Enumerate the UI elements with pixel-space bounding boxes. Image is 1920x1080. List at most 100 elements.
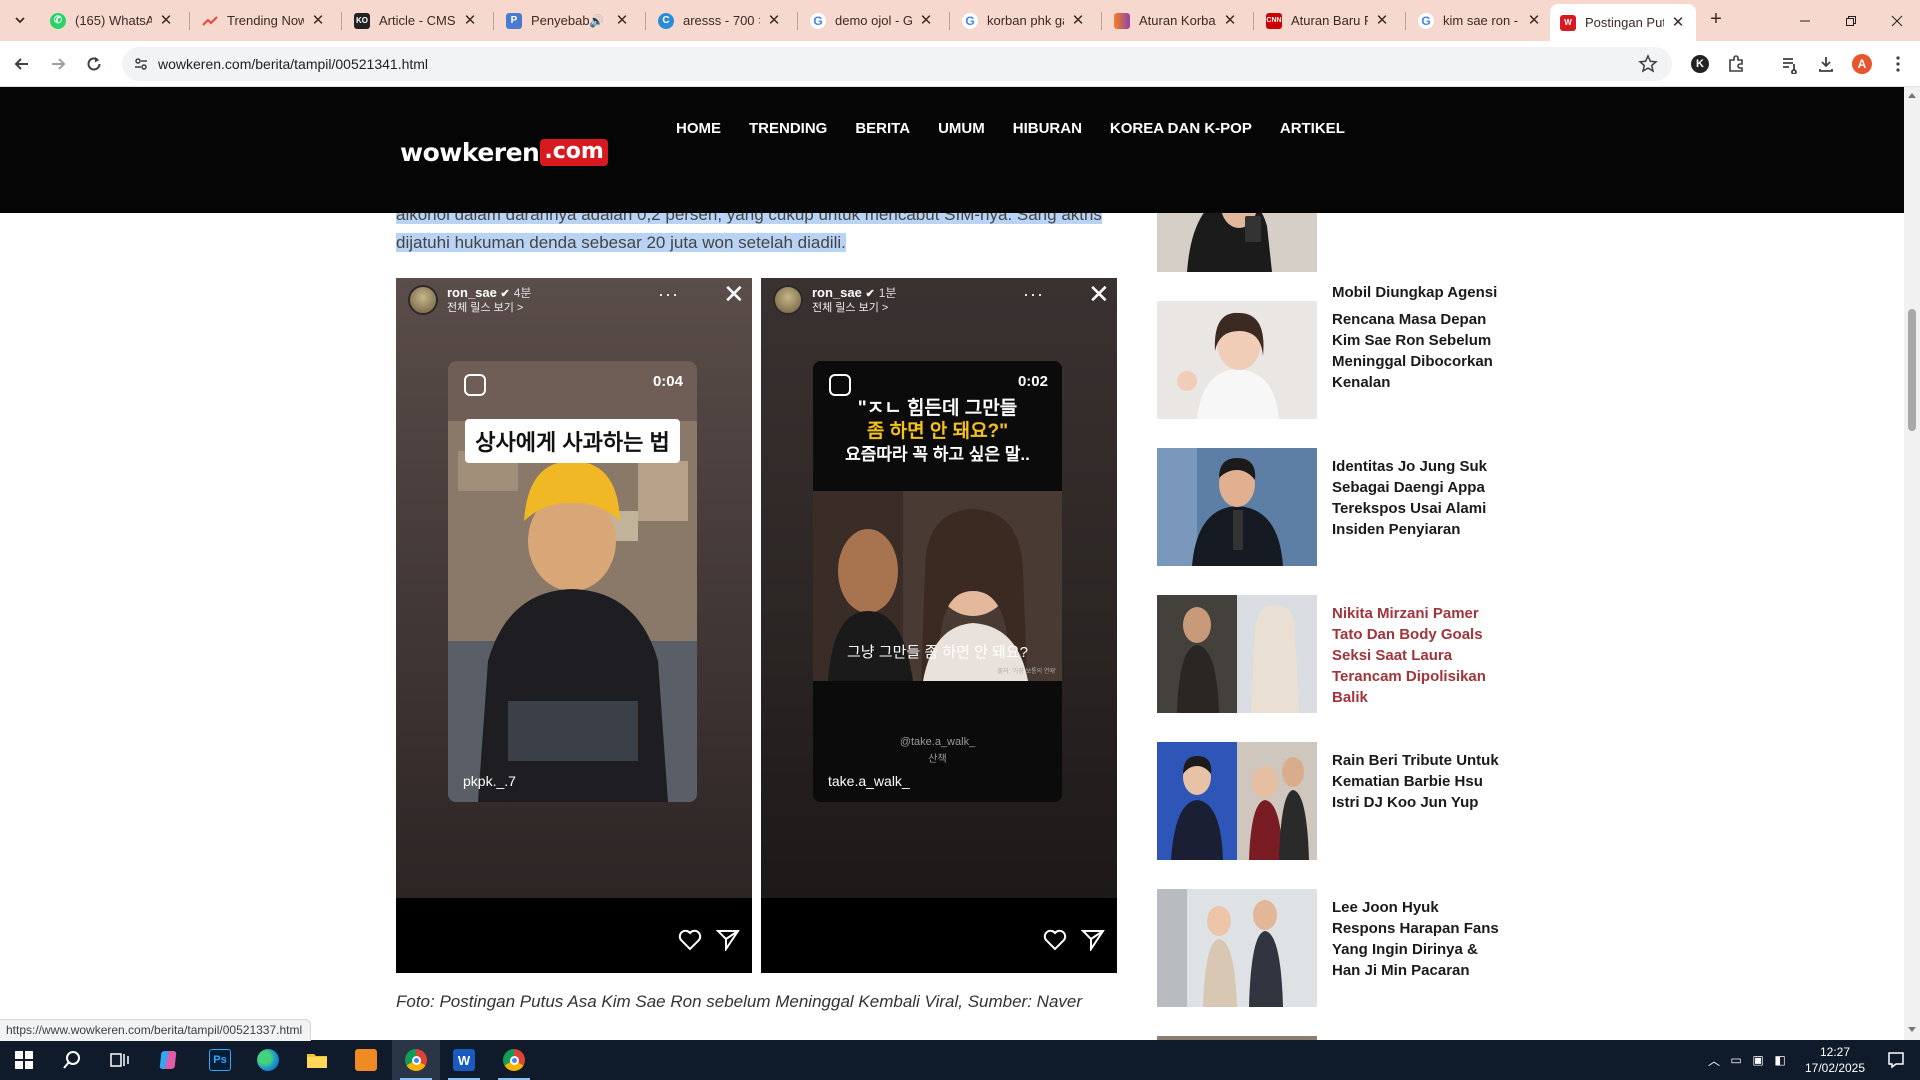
browser-tab[interactable]: CNN Aturan Baru Pr ✕ [1256,6,1400,35]
sidebar-article[interactable]: Lee Joon Hyuk Respons Harapan Fans Yang … [1157,889,1500,1007]
close-tab-icon[interactable]: ✕ [918,12,934,29]
close-tab-icon[interactable]: ✕ [1526,12,1542,29]
photoshop-button[interactable]: Ps [196,1040,244,1080]
nav-berita[interactable]: BERITA [855,120,910,137]
extension-k-button[interactable]: K [1688,52,1712,76]
sidebar-article-title[interactable]: Rencana Masa Depan Kim Sae Ron Sebelum M… [1332,309,1500,393]
sidebar-article-title[interactable]: Lee Joon Hyuk Respons Harapan Fans Yang … [1332,897,1500,981]
reel-handle: pkpk._.7 [463,773,516,789]
browser-menu-button[interactable] [1886,52,1910,76]
tray-display-icon[interactable]: ▣ [1747,1053,1769,1067]
browser-tab-active[interactable]: W Postingan Putu ✕ [1550,4,1696,41]
sidebar-article[interactable]: Identitas Jo Jung Suk Sebagai Daengi App… [1157,448,1497,566]
extensions-button[interactable] [1724,52,1748,76]
close-window-button[interactable] [1874,0,1920,41]
edge-button[interactable] [244,1040,292,1080]
taskbar-search-button[interactable] [48,1040,96,1080]
sidebar-article-title[interactable]: Mobil Diungkap Agensi [1332,282,1500,303]
site-logo[interactable]: wowkeren .com [400,135,608,169]
send-icon [716,930,740,951]
close-tab-icon[interactable]: ✕ [310,12,326,29]
task-view-button[interactable] [96,1040,144,1080]
close-tab-icon[interactable]: ✕ [1374,12,1390,29]
article-thumbnail[interactable] [1157,742,1317,860]
scroll-down-icon[interactable] [1908,1027,1916,1032]
sidebar-article[interactable]: Nikita Mirzani Pamer Tato Dan Body Goals… [1157,595,1497,713]
speaker-icon[interactable]: 🔊 [589,14,604,28]
copilot-button[interactable] [144,1040,192,1080]
browser-tab[interactable]: KO Article - CMS E ✕ [344,6,488,35]
notifications-button[interactable] [1872,1040,1920,1080]
app-icon [355,1049,377,1071]
close-tab-icon[interactable]: ✕ [1070,12,1086,29]
sidebar-article[interactable]: Rain Beri Tribute Untuk Kematian Barbie … [1157,742,1500,860]
reel-handle: take.a_walk_ [828,773,910,789]
article-thumbnail[interactable] [1157,448,1317,566]
story-time-ago: 1분 [878,286,897,300]
new-tab-button[interactable]: + [1704,8,1728,32]
tray-chevron-up-icon[interactable]: ︿ [1703,1052,1725,1069]
nav-hiburan[interactable]: HIBURAN [1013,120,1082,137]
file-explorer-button[interactable] [293,1040,341,1080]
browser-tab[interactable]: G kim sae ron - G ✕ [1408,6,1552,35]
browser-tab[interactable]: P Penyebab 🔊 ✕ [496,6,640,35]
article-thumbnail[interactable] [1157,595,1317,713]
reel-caption: 요즘따라 꼭 하고 싶은 말.. [845,445,1030,464]
sidebar-article[interactable]: Rencana Masa Depan Kim Sae Ron Sebelum M… [1157,301,1497,419]
app-button[interactable] [342,1040,390,1080]
back-button[interactable] [8,50,36,78]
close-icon: ✕ [1088,279,1110,309]
site-info-icon[interactable] [132,55,150,73]
close-icon [1891,15,1903,26]
google-icon: G [810,12,826,29]
url-text: wowkeren.com/berita/tampil/00521341.html [158,56,429,72]
nav-umum[interactable]: UMUM [938,120,985,137]
browser-tab[interactable]: Aturan Korban ✕ [1104,6,1248,35]
task-view-icon [110,1053,129,1067]
restore-button[interactable] [1828,0,1874,41]
start-button[interactable] [0,1040,48,1080]
chrome-button[interactable] [392,1040,440,1080]
sidebar-article-title[interactable]: Rain Beri Tribute Untuk Kematian Barbie … [1332,750,1500,813]
close-tab-icon[interactable]: ✕ [158,12,174,29]
forward-button[interactable] [44,50,72,78]
close-tab-icon[interactable]: ✕ [462,12,478,29]
scroll-up-icon[interactable] [1908,93,1916,98]
reload-button[interactable] [80,50,108,78]
downloads-button[interactable] [1814,52,1838,76]
sidebar-article-title[interactable]: Identitas Jo Jung Suk Sebagai Daengi App… [1332,456,1500,540]
word-button[interactable]: W [440,1040,488,1080]
nav-trending[interactable]: TRENDING [749,120,827,137]
tab-search-button[interactable] [8,8,32,32]
minimize-button[interactable] [1782,0,1828,41]
google-icon: G [962,12,978,29]
article-thumbnail[interactable] [1157,889,1317,1007]
close-tab-icon[interactable]: ✕ [614,12,630,29]
bookmark-star-icon[interactable] [1638,54,1658,79]
nav-home[interactable]: HOME [676,120,721,137]
browser-tab[interactable]: G demo ojol - Go ✕ [800,6,944,35]
page-scrollbar[interactable] [1904,87,1920,1040]
close-tab-icon[interactable]: ✕ [766,12,782,29]
sidebar-article-title[interactable]: Nikita Mirzani Pamer Tato Dan Body Goals… [1332,603,1500,708]
address-bar[interactable]: wowkeren.com/berita/tampil/00521341.html [122,47,1672,81]
media-control-button[interactable] [1778,52,1802,76]
article-line: dijatuhi hukuman denda sebesar 20 juta w… [396,233,846,252]
nav-korea-kpop[interactable]: KOREA DAN K-POP [1110,120,1252,137]
tray-network-icon[interactable]: ◧ [1769,1053,1791,1067]
article-thumbnail[interactable] [1157,301,1317,419]
scrollbar-thumb[interactable] [1908,309,1916,431]
browser-tab[interactable]: C aresss - 700 × ✕ [648,6,792,35]
browser-tab[interactable]: Trending Now ✕ [192,6,336,35]
story-username: ron_sae [447,285,497,300]
profile-button[interactable]: A [1850,52,1874,76]
tray-app-icon[interactable]: ▭ [1725,1053,1747,1067]
nav-artikel[interactable]: ARTIKEL [1280,120,1345,137]
taskbar-clock[interactable]: 12:27 17/02/2025 [1800,1044,1870,1076]
minimize-icon [1800,20,1810,21]
close-tab-icon[interactable]: ✕ [1222,12,1238,29]
chrome-profile-button[interactable] [490,1040,538,1080]
browser-tab[interactable]: G korban phk ga ✕ [952,6,1096,35]
close-tab-icon[interactable]: ✕ [1670,14,1686,31]
browser-tab[interactable]: ✆ (165) WhatsApp ✕ [40,6,184,35]
